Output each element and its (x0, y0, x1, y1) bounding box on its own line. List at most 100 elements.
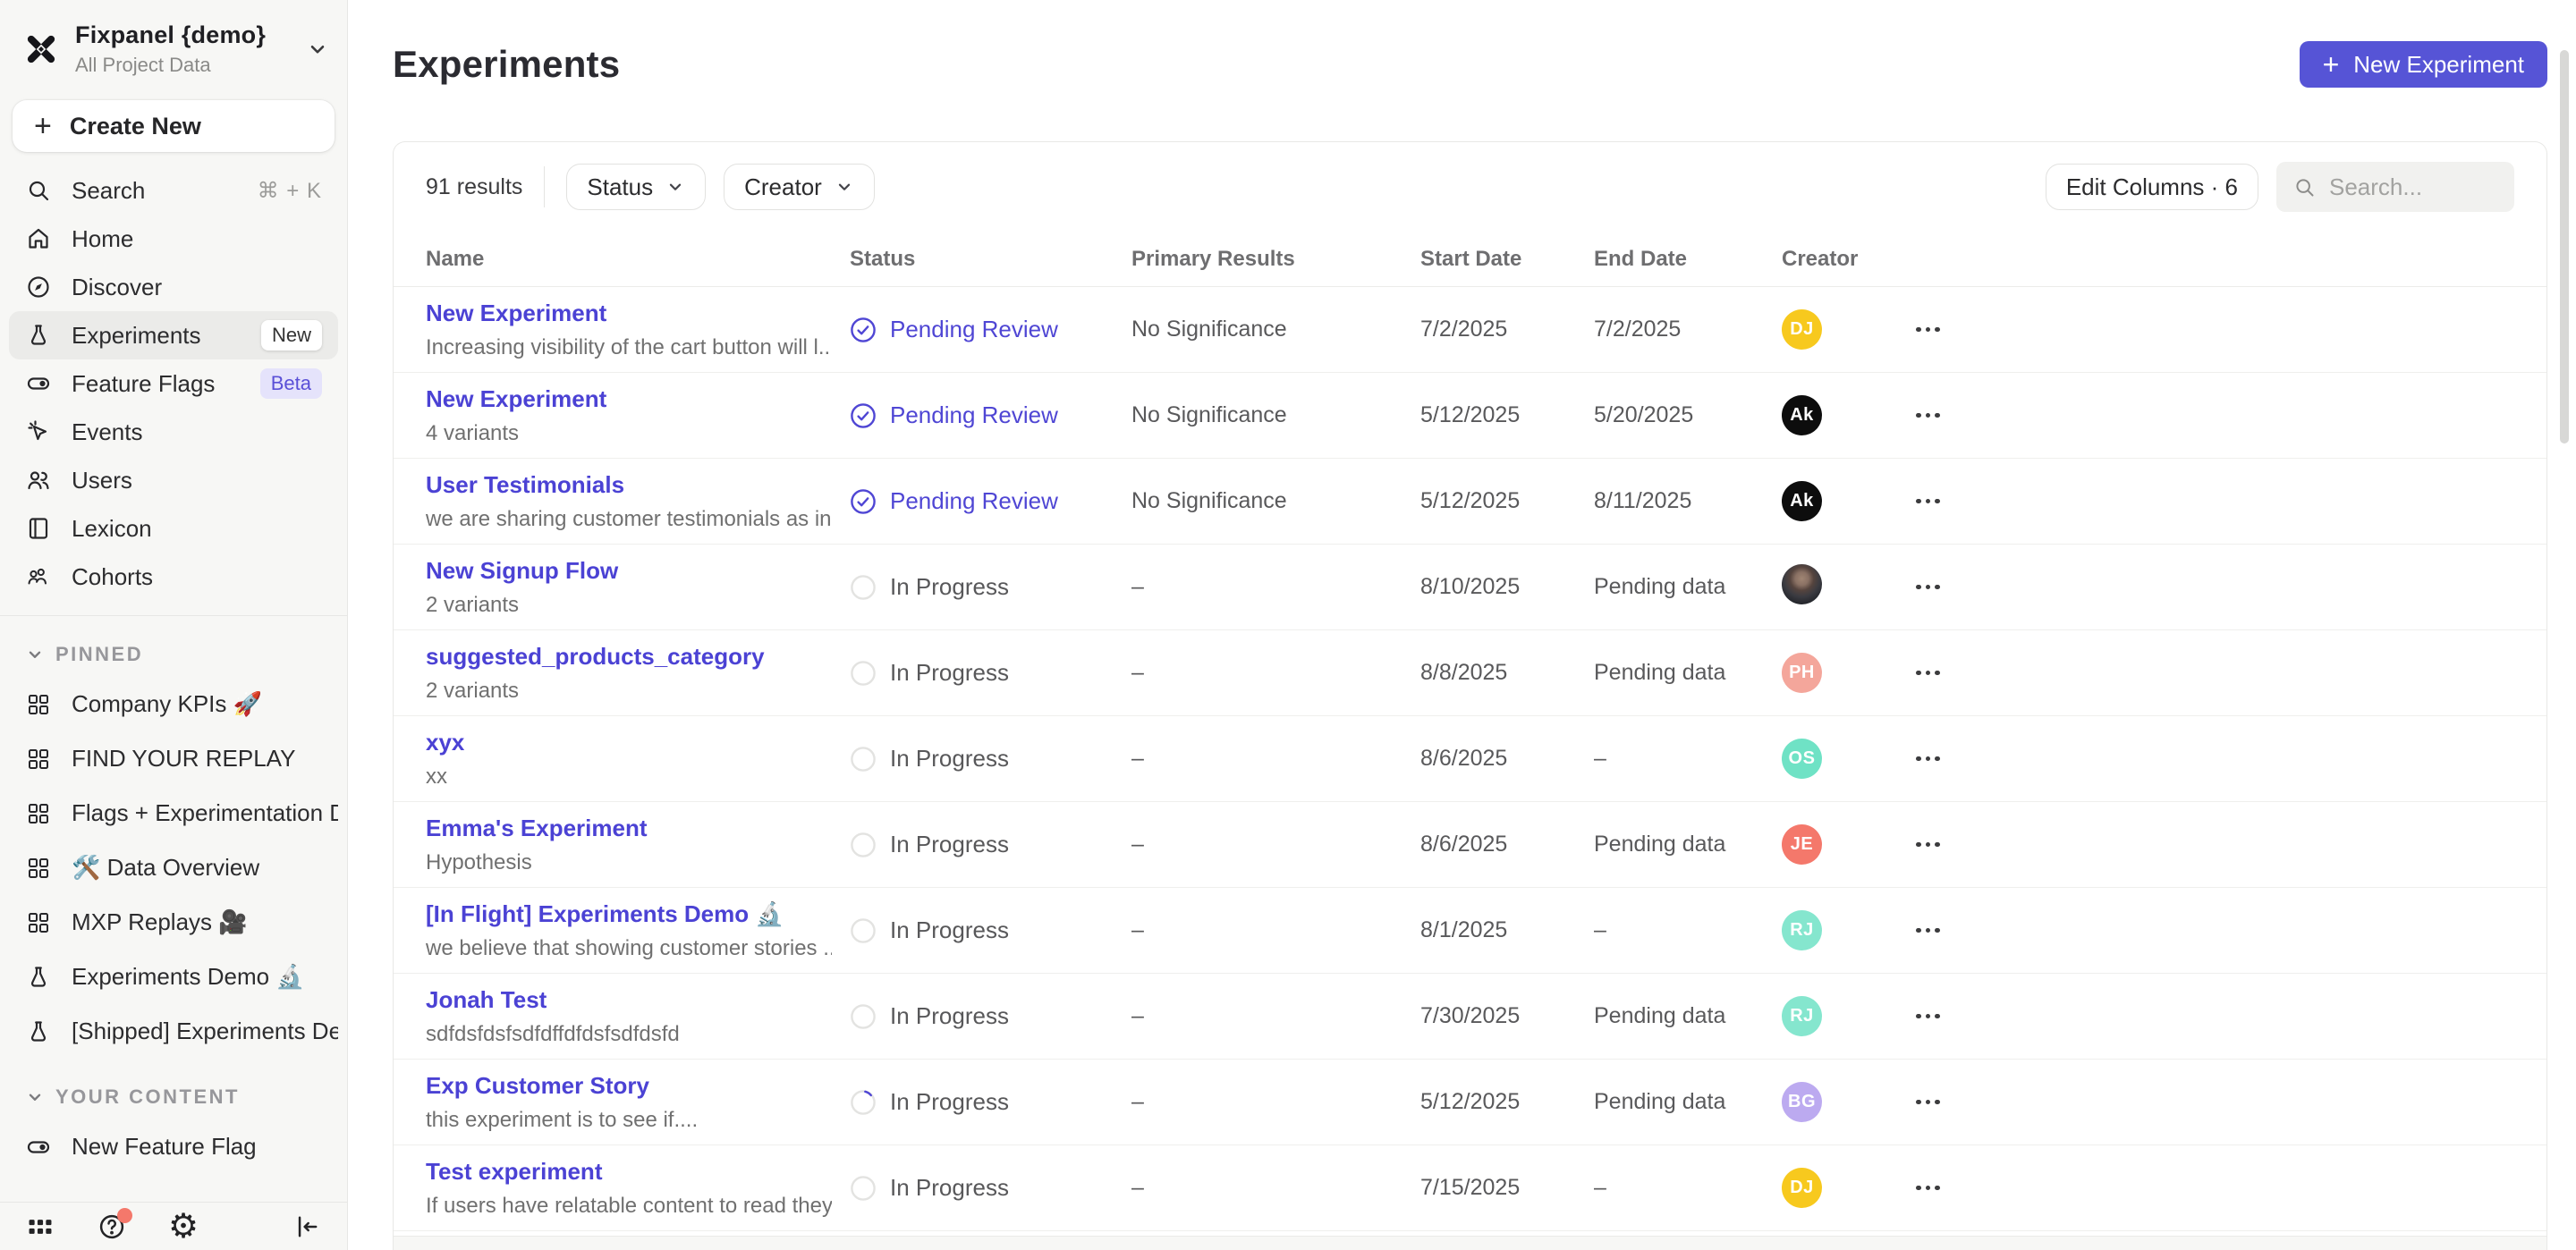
nav-badge: New (261, 320, 322, 351)
avatar-photo[interactable] (1782, 564, 1822, 604)
filter-button-status[interactable]: Status (566, 164, 706, 210)
column-header[interactable]: Start Date (1420, 247, 1594, 272)
pinned-section: PINNED Company KPIs 🚀 FIND YOUR REPLAY F… (0, 616, 347, 1059)
sidebar-link-label: 🛠️ Data Overview (72, 854, 259, 882)
sidebar-link-find-your-replay[interactable]: FIND YOUR REPLAY (9, 731, 338, 786)
table-footer-strip (394, 1236, 2546, 1250)
sidebar-link-mxp-replays[interactable]: MXP Replays 🎥 (9, 895, 338, 950)
row-actions-button[interactable] (1916, 413, 2514, 418)
sidebar-link-new-feature-flag[interactable]: New Feature Flag (9, 1119, 338, 1174)
experiment-link[interactable]: Jonah Test (426, 986, 832, 1014)
sidebar-link-shipped-experiments-demo[interactable]: [Shipped] Experiments Demo 🖊️ (9, 1004, 338, 1059)
avatar-DJ[interactable]: DJ (1782, 1168, 1822, 1208)
column-header[interactable]: Status (850, 247, 1131, 272)
cursor-icon (25, 418, 52, 445)
sidebar-bottom-bar: ⚙ (0, 1202, 347, 1250)
pending-review-icon (850, 402, 877, 429)
sidebar-item-cohorts[interactable]: Cohorts (9, 553, 338, 601)
sidebar-item-users[interactable]: Users (9, 456, 338, 504)
sidebar-link-experiments-demo[interactable]: Experiments Demo 🔬 (9, 950, 338, 1004)
experiment-link[interactable]: Exp Customer Story (426, 1072, 832, 1100)
experiment-description: we believe that showing customer stories… (426, 936, 832, 961)
end-date-cell: Pending data (1594, 1089, 1782, 1115)
row-actions-button[interactable] (1916, 327, 2514, 333)
in-progress-icon (850, 832, 877, 858)
row-actions-button[interactable] (1916, 585, 2514, 590)
avatar-BG[interactable]: BG (1782, 1082, 1822, 1122)
project-info: Fixpanel {demo} All Project Data (75, 21, 290, 77)
row-actions-button[interactable] (1916, 499, 2514, 504)
keyboard-shortcut: ⌘ + K (258, 178, 322, 204)
sidebar-link-data-overview[interactable]: 🛠️ Data Overview (9, 840, 338, 895)
gear-icon[interactable]: ⚙ (168, 1212, 199, 1242)
sidebar-item-lexicon[interactable]: Lexicon (9, 504, 338, 553)
row-actions-button[interactable] (1916, 1100, 2514, 1105)
start-date-cell: 7/2/2025 (1420, 317, 1594, 342)
table-row: New Signup Flow 2 variants In Progress –… (394, 545, 2546, 630)
sidebar-item-discover[interactable]: Discover (9, 263, 338, 311)
experiment-link[interactable]: New Signup Flow (426, 557, 832, 585)
experiment-link[interactable]: Test experiment (426, 1158, 832, 1186)
sidebar-item-label: Feature Flags (72, 370, 215, 398)
end-date-cell: Pending data (1594, 1003, 1782, 1029)
discover-icon (25, 274, 52, 300)
sidebar-item-label: Home (72, 225, 133, 253)
row-actions-button[interactable] (1916, 928, 2514, 933)
sidebar-item-events[interactable]: Events (9, 408, 338, 456)
experiment-link[interactable]: Emma's Experiment (426, 815, 832, 842)
experiment-description: 2 variants (426, 593, 832, 618)
row-actions-button[interactable] (1916, 756, 2514, 762)
experiment-link[interactable]: User Testimonials (426, 471, 832, 499)
row-actions-button[interactable] (1916, 1186, 2514, 1191)
experiment-link[interactable]: [In Flight] Experiments Demo 🔬 (426, 900, 832, 928)
vertical-scrollbar-thumb[interactable] (2560, 50, 2569, 443)
avatar-Ak[interactable]: Ak (1782, 481, 1822, 521)
column-header[interactable]: Name (426, 247, 850, 272)
experiment-link[interactable]: xyx (426, 729, 832, 756)
status-label: In Progress (890, 831, 1009, 858)
column-header[interactable]: Creator (1782, 247, 1916, 272)
sidebar-link-company-kpis[interactable]: Company KPIs 🚀 (9, 677, 338, 731)
avatar-Ak[interactable]: Ak (1782, 395, 1822, 435)
experiment-link[interactable]: New Experiment (426, 300, 832, 327)
create-new-button[interactable]: + Create New (13, 100, 335, 152)
row-actions-button[interactable] (1916, 1014, 2514, 1019)
status-label: Pending Review (890, 487, 1058, 515)
primary-results-cell: – (1131, 746, 1420, 772)
name-cell: New Experiment Increasing visibility of … (426, 300, 850, 360)
primary-results-cell: No Significance (1131, 402, 1420, 428)
status-cell: In Progress (850, 1174, 1131, 1202)
avatar-OS[interactable]: OS (1782, 739, 1822, 779)
pinned-section-header[interactable]: PINNED (9, 634, 338, 677)
table-row: xyx xx In Progress – 8/6/2025 – OS (394, 716, 2546, 802)
avatar-DJ[interactable]: DJ (1782, 309, 1822, 350)
avatar-JE[interactable]: JE (1782, 824, 1822, 865)
your-content-section-header[interactable]: YOUR CONTENT (9, 1077, 338, 1119)
help-icon[interactable] (97, 1212, 127, 1242)
row-actions-button[interactable] (1916, 842, 2514, 848)
sidebar-item-experiments[interactable]: Experiments New (9, 311, 338, 359)
column-header[interactable]: Primary Results (1131, 247, 1420, 272)
filter-button-creator[interactable]: Creator (724, 164, 875, 210)
search-input[interactable] (2329, 173, 2498, 201)
sidebar-item-home[interactable]: Home (9, 215, 338, 263)
table-row: suggested_products_category 2 variants I… (394, 630, 2546, 716)
edit-columns-button[interactable]: Edit Columns · 6 (2046, 164, 2258, 210)
toggle-icon (25, 370, 52, 397)
new-experiment-button[interactable]: + New Experiment (2300, 41, 2547, 88)
sidebar-item-search[interactable]: Search ⌘ + K (9, 166, 338, 215)
experiment-link[interactable]: suggested_products_category (426, 643, 832, 671)
project-switcher[interactable]: Fixpanel {demo} All Project Data (0, 0, 347, 91)
start-date-cell: 7/30/2025 (1420, 1003, 1594, 1029)
collapse-sidebar-icon[interactable] (292, 1212, 322, 1242)
experiment-link[interactable]: New Experiment (426, 385, 832, 413)
sidebar-link-flags-experimentation-demo[interactable]: Flags + Experimentation Demo , (9, 786, 338, 840)
sidebar-item-feature-flags[interactable]: Feature Flags Beta (9, 359, 338, 408)
status-cell: Pending Review (850, 487, 1131, 515)
column-header[interactable]: End Date (1594, 247, 1782, 272)
avatar-PH[interactable]: PH (1782, 653, 1822, 693)
avatar-RJ[interactable]: RJ (1782, 996, 1822, 1036)
row-actions-button[interactable] (1916, 671, 2514, 676)
apps-grid-icon[interactable] (25, 1212, 55, 1242)
avatar-RJ[interactable]: RJ (1782, 910, 1822, 950)
